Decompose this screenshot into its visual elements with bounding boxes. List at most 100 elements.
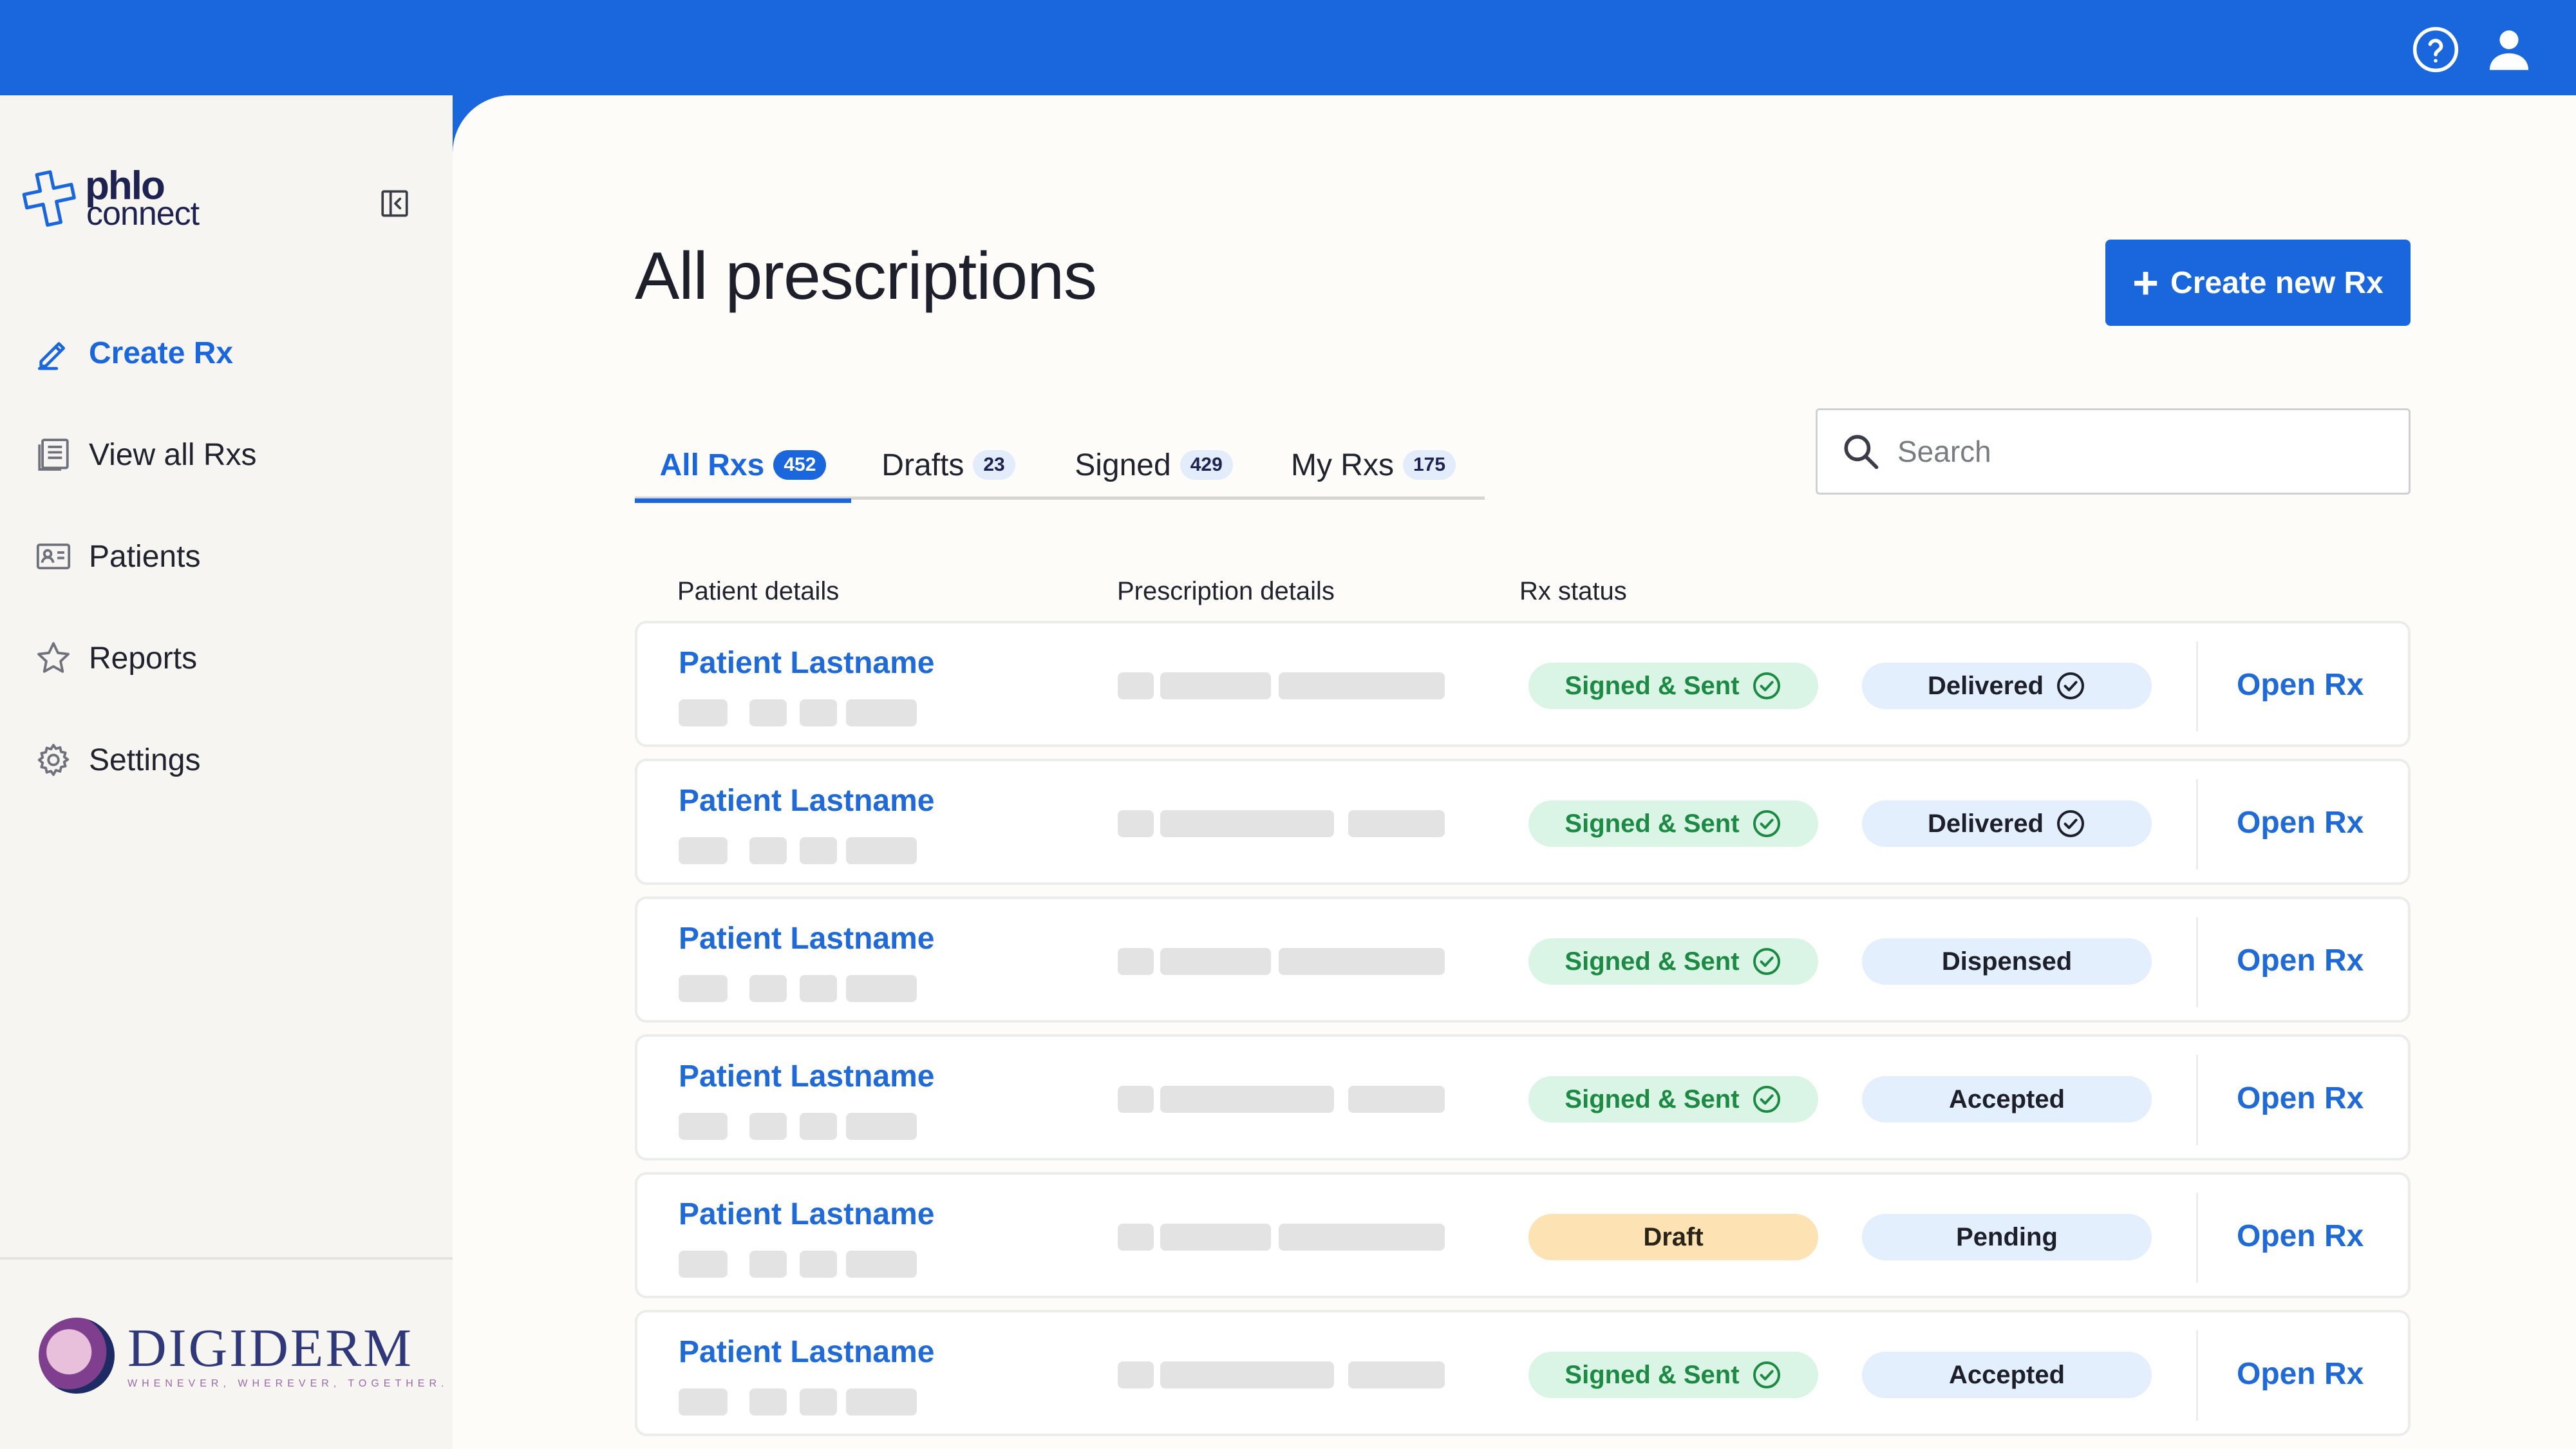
rx-status-label: Signed & Sent [1565,947,1740,976]
open-rx-link[interactable]: Open Rx [2237,667,2364,703]
placeholder-block [1279,948,1445,975]
collapse-sidebar-button[interactable] [377,185,413,222]
placeholder-block [1118,1086,1154,1113]
rx-status-label: Signed & Sent [1565,1360,1740,1389]
tab-count-badge: 23 [973,450,1015,480]
delivery-status-badge: Pending [1862,1214,2152,1260]
list-icon [33,435,73,475]
placeholder-block [1118,1224,1154,1251]
delivery-status-badge: Delivered [1862,800,2152,847]
open-rx-link[interactable]: Open Rx [2237,805,2364,840]
tab-drafts[interactable]: Drafts 23 [851,430,1046,500]
placeholder-block [800,1251,837,1278]
placeholder-block [1160,948,1271,975]
sidebar-item-create-rx[interactable]: Create Rx [33,327,233,379]
row-divider [2196,779,2198,869]
sidebar-item-view-all-rxs[interactable]: View all Rxs [33,429,257,480]
patient-name-link[interactable]: Patient Lastname [679,1334,934,1370]
sidebar-item-label: Settings [89,743,201,777]
tab-label: Signed [1075,448,1171,482]
table-row[interactable]: Patient Lastname Signed & Sent Delivered… [635,621,2411,747]
sidebar-item-settings[interactable]: Settings [33,734,200,786]
sidebar-item-patients[interactable]: Patients [33,531,200,582]
check-circle-icon [1751,1359,1782,1390]
patient-name-link[interactable]: Patient Lastname [679,921,934,956]
placeholder-block [1279,672,1445,699]
user-icon[interactable] [2480,21,2538,79]
placeholder-block [846,1388,917,1416]
placeholder-block [749,699,787,726]
open-rx-link[interactable]: Open Rx [2237,1081,2364,1116]
delivery-status-label: Delivered [1927,671,2044,700]
placeholder-block [800,837,837,864]
check-circle-icon [1751,946,1782,977]
patient-name-link[interactable]: Patient Lastname [679,783,934,819]
phlo-connect-logo[interactable]: phlo connect [19,166,233,231]
placeholder-block [749,1113,787,1140]
placeholder-block [1160,1361,1334,1388]
search-box[interactable] [1816,408,2411,495]
sidebar-item-reports[interactable]: Reports [33,632,197,684]
placeholder-block [1118,810,1154,837]
placeholder-block [1160,1224,1271,1251]
placeholder-block [846,1251,917,1278]
open-rx-link[interactable]: Open Rx [2237,1218,2364,1254]
patient-name-link[interactable]: Patient Lastname [679,1197,934,1232]
sidebar-item-label: View all Rxs [89,437,257,472]
rx-status-badge: Signed & Sent [1528,1076,1818,1122]
create-new-rx-button[interactable]: + Create new Rx [2105,240,2411,326]
tab-signed[interactable]: Signed 429 [1046,430,1262,500]
placeholder-block [679,1388,728,1416]
check-circle-icon [1751,808,1782,839]
tab-label: Drafts [881,448,964,482]
tab-my-rxs[interactable]: My Rxs 175 [1262,430,1485,500]
placeholder-block [749,1388,787,1416]
rx-tabs: All Rxs 452 Drafts 23 Signed 429 My Rxs … [635,430,1485,503]
delivery-status-badge: Dispensed [1862,938,2152,985]
table-row[interactable]: Patient Lastname Signed & Sent Accepted … [635,1034,2411,1160]
check-circle-icon [1751,670,1782,701]
digiderm-tagline: WHENEVER, WHEREVER, TOGETHER. [127,1378,449,1389]
patient-name-link[interactable]: Patient Lastname [679,1059,934,1094]
sidebar-divider [0,1257,453,1260]
table-row[interactable]: Patient Lastname Signed & Sent Accepted … [635,1310,2411,1436]
search-icon [1844,435,1879,469]
table-row[interactable]: Patient Lastname Signed & Sent Delivered… [635,759,2411,885]
placeholder-block [1118,672,1154,699]
digiderm-wordmark: DIGIDERM WHENEVER, WHEREVER, TOGETHER. [127,1321,448,1390]
rx-status-badge: Signed & Sent [1528,1352,1818,1398]
check-circle-icon [2055,808,2086,839]
row-divider [2196,917,2198,1007]
digiderm-logo: DIGIDERM WHENEVER, WHEREVER, TOGETHER. [39,1318,448,1394]
tab-all-rxs[interactable]: All Rxs 452 [635,430,851,503]
placeholder-block [749,837,787,864]
placeholder-block [846,837,917,864]
row-divider [2196,1055,2198,1145]
patient-name-link[interactable]: Patient Lastname [679,645,934,681]
sidebar: phlo connect Create Rx View all Rxs Pati… [0,95,453,1449]
table-row[interactable]: Patient Lastname Draft Pending Open Rx [635,1172,2411,1298]
row-divider [2196,641,2198,732]
top-bar [0,0,2576,95]
delivery-status-label: Delivered [1927,809,2044,838]
table-row[interactable]: Patient Lastname Signed & Sent Dispensed… [635,896,2411,1023]
row-divider [2196,1331,2198,1421]
star-icon [33,638,73,678]
tab-count-badge: 452 [773,450,827,480]
create-new-rx-label: Create new Rx [2170,265,2383,300]
search-input[interactable] [1897,434,2387,469]
placeholder-block [846,975,917,1002]
sidebar-item-label: Create Rx [89,336,234,370]
placeholder-block [1118,1361,1154,1388]
placeholder-block [1160,810,1334,837]
placeholder-block [800,975,837,1002]
placeholder-block [679,699,728,726]
help-circle-icon[interactable] [2407,21,2465,79]
sidebar-item-label: Patients [89,539,201,574]
delivery-status-label: Dispensed [1941,947,2073,976]
open-rx-link[interactable]: Open Rx [2237,1356,2364,1392]
row-divider [2196,1193,2198,1283]
logo-wordmark: phlo connect [85,166,233,231]
open-rx-link[interactable]: Open Rx [2237,943,2364,978]
logo-line-2: connect [86,195,200,232]
